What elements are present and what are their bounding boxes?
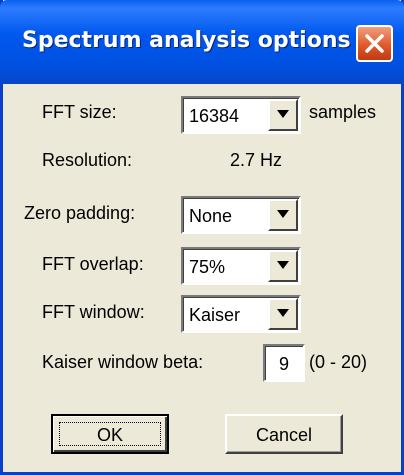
zero-padding-value: None bbox=[189, 206, 233, 226]
fft-window-dropdown[interactable]: Kaiser bbox=[181, 295, 301, 333]
fft-overlap-dropdown[interactable]: 75% bbox=[181, 247, 301, 285]
zero-padding-label: Zero padding: bbox=[24, 203, 136, 223]
zero-padding-dropdown[interactable]: None bbox=[181, 196, 301, 234]
fft-overlap-value: 75% bbox=[189, 257, 226, 277]
cancel-button[interactable]: Cancel bbox=[225, 414, 343, 454]
ok-button-label: OK bbox=[96, 425, 123, 445]
fft-size-value: 16384 bbox=[189, 106, 240, 126]
fft-size-dropdown-button[interactable] bbox=[268, 99, 298, 131]
ok-button[interactable]: OK bbox=[51, 414, 169, 454]
zero-padding-dropdown-button[interactable] bbox=[268, 199, 298, 231]
dialog-window: Spectrum analysis options FFT size: 1638… bbox=[0, 0, 404, 475]
kaiser-beta-range: (0 - 20) bbox=[309, 352, 368, 372]
fft-size-dropdown[interactable]: 16384 bbox=[181, 96, 301, 134]
resolution-value: 2.7 Hz bbox=[230, 150, 283, 170]
fft-window-dropdown-button[interactable] bbox=[268, 298, 298, 330]
title-bar[interactable]: Spectrum analysis options bbox=[0, 0, 404, 84]
window-title: Spectrum analysis options bbox=[22, 28, 351, 53]
cancel-button-label: Cancel bbox=[255, 425, 313, 445]
fft-overlap-label: FFT overlap: bbox=[42, 254, 144, 274]
kaiser-beta-label: Kaiser window beta: bbox=[42, 352, 204, 372]
kaiser-beta-value: 9 bbox=[278, 354, 289, 374]
fft-size-label: FFT size: bbox=[42, 102, 117, 122]
fft-window-value: Kaiser bbox=[189, 305, 241, 325]
fft-window-label: FFT window: bbox=[42, 302, 145, 322]
kaiser-beta-input[interactable]: 9 bbox=[263, 344, 305, 382]
fft-overlap-dropdown-button[interactable] bbox=[268, 250, 298, 282]
resolution-label: Resolution: bbox=[42, 150, 133, 170]
fft-size-unit: samples bbox=[309, 102, 377, 122]
close-button[interactable] bbox=[356, 25, 393, 62]
